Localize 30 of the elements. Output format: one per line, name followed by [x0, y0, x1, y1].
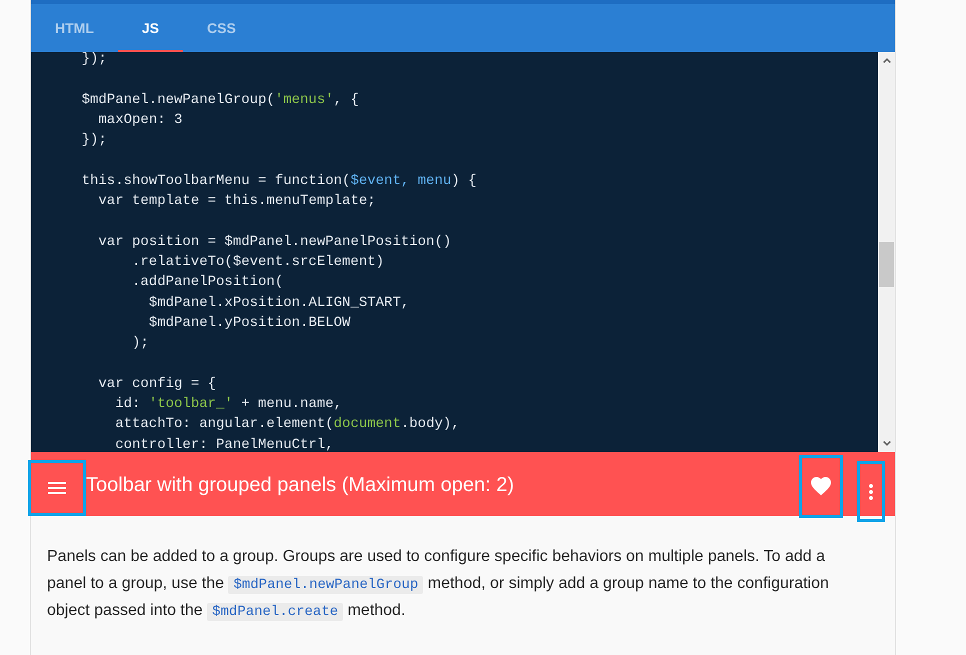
code-line: $mdPanel.yPosition.BELOW	[148, 314, 350, 333]
code-line: $mdPanel.newPanelGroup('menus', {	[82, 90, 359, 110]
favorite-button[interactable]	[799, 455, 843, 518]
code-line: });	[82, 52, 107, 69]
code-line: var position = $mdPanel.newPanelPosition()	[98, 232, 452, 252]
code-line: id: 'toolbar_' + menu.name,	[115, 395, 342, 414]
menu-button[interactable]	[28, 460, 86, 516]
toolbar-title: Toolbar with grouped panels (Maximum open: 2)	[86, 474, 514, 496]
code-line: );	[132, 334, 149, 354]
more-vertical-icon	[869, 484, 873, 500]
scrollbar[interactable]	[878, 52, 895, 452]
code-line: this.showToolbarMenu = function($event, menu) {	[82, 172, 476, 191]
menu-icon	[48, 482, 66, 494]
code-line: var template = this.menuTemplate;	[98, 192, 376, 212]
code-line: .relativeTo($event.srcElement)	[132, 252, 384, 272]
code-line: .addPanelPosition(	[132, 273, 284, 292]
scrollbar-thumb[interactable]	[879, 242, 894, 287]
code-line: });	[82, 131, 107, 150]
chevron-down-icon	[882, 441, 890, 446]
tab[interactable]: HTML	[31, 4, 118, 52]
description-text: Panels can be added to a group. Groups are used to configure specific behaviors on multiple panels. To add a panel to a group, use the $mdPanel.newPanelGroup method, or simply add a group name to the configuration object passed into the $mdPanel.create method.	[46, 547, 830, 623]
code-line: controller: PanelMenuCtrl,	[115, 436, 334, 452]
code-line: var config = {	[98, 374, 216, 394]
more-button[interactable]	[857, 461, 885, 522]
chevron-up-icon	[882, 58, 890, 63]
code-line: maxOpen: 3	[98, 110, 182, 130]
tab[interactable]: CSS	[183, 4, 260, 52]
code-line: $mdPanel.xPosition.ALIGN_START,	[148, 294, 410, 313]
heart-icon	[811, 477, 831, 496]
code-line: attachTo: angular.element(document.body),	[115, 415, 460, 434]
